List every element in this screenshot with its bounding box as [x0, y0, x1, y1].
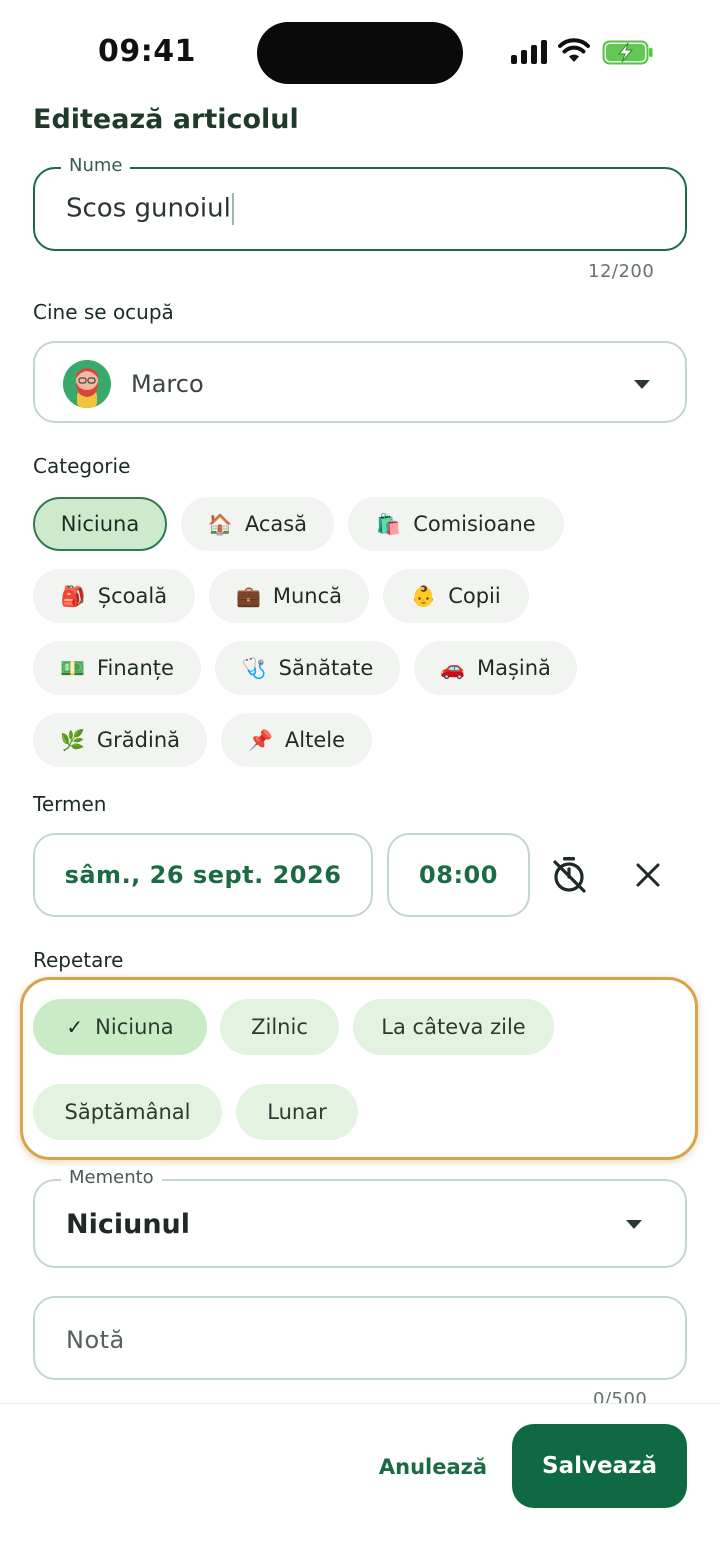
reminder-value: Niciunul [66, 1209, 191, 1240]
name-input-value: Scos gunoiul [66, 193, 231, 224]
assignee-label: Cine se ocupă [33, 300, 174, 324]
name-field-label: Nume [61, 155, 131, 176]
repeat-chip-none[interactable]: ✓ Niciuna [33, 999, 207, 1055]
category-chip-errands[interactable]: 🛍️ Comisioane [348, 497, 564, 551]
deadline-date-field[interactable]: sâm., 26 sept. 2026 [33, 833, 373, 917]
edit-item-screen: 09:41 Editează articolul Nume Scos gunoi… [0, 0, 720, 1564]
name-input[interactable]: Scos gunoiul [66, 193, 234, 225]
chevron-down-icon [634, 380, 650, 389]
text-caret [231, 193, 234, 225]
chip-label: Niciuna [60, 512, 140, 536]
cancel-button[interactable]: Anulează [378, 1441, 488, 1493]
chip-label: Săptămânal [64, 1100, 191, 1124]
chip-label: Niciuna [95, 1015, 174, 1039]
chip-label: Finanțe [96, 656, 174, 680]
chip-label: La câteva zile [381, 1015, 526, 1039]
category-chip-kids[interactable]: 👶 Copii [383, 569, 529, 623]
repeat-chip-every-few-days[interactable]: La câteva zile [353, 999, 554, 1055]
chip-label: Copii [448, 584, 501, 608]
stethoscope-icon: 🩺 [241, 656, 267, 680]
note-field[interactable]: Notă [33, 1296, 687, 1380]
assignee-name: Marco [131, 370, 204, 398]
category-chip-home[interactable]: 🏠 Acasă [181, 497, 334, 551]
backpack-icon: 🎒 [60, 584, 86, 608]
chip-label: Muncă [272, 584, 343, 608]
save-button[interactable]: Salvează [512, 1424, 687, 1508]
chip-label: Acasă [244, 512, 308, 536]
category-chip-other[interactable]: 📌 Altele [221, 713, 372, 767]
chip-label: Mașină [476, 656, 551, 680]
battery-charging-icon [602, 40, 654, 65]
category-chip-car[interactable]: 🚗 Mașină [414, 641, 577, 695]
money-icon: 💵 [60, 656, 85, 680]
deadline-label: Termen [33, 792, 107, 816]
cellular-signal-icon [511, 40, 547, 64]
chip-label: Școală [97, 584, 168, 608]
check-icon: ✓ [66, 1015, 84, 1039]
pushpin-icon: 📌 [247, 728, 273, 752]
assignee-dropdown[interactable]: Marco [33, 341, 687, 423]
briefcase-icon: 💼 [235, 584, 261, 608]
wifi-icon [558, 38, 590, 64]
shopping-bags-icon: 🛍️ [376, 512, 402, 536]
close-icon[interactable] [624, 851, 672, 899]
reminder-dropdown[interactable]: Memento Niciunul [33, 1167, 687, 1268]
name-char-counter: 12/200 [588, 261, 655, 282]
status-time: 09:41 [98, 34, 196, 69]
house-icon: 🏠 [207, 512, 233, 536]
chip-label: Altele [284, 728, 345, 752]
chip-label: Zilnic [251, 1015, 308, 1039]
category-chip-garden[interactable]: 🌿 Grădină [33, 713, 207, 767]
category-chip-work[interactable]: 💼 Muncă [209, 569, 369, 623]
deadline-time-field[interactable]: 08:00 [387, 833, 530, 917]
repeat-chip-monthly[interactable]: Lunar [236, 1084, 358, 1140]
chip-label: Grădină [96, 728, 181, 752]
category-chip-none[interactable]: Niciuna [33, 497, 167, 551]
repeat-chip-daily[interactable]: Zilnic [220, 999, 339, 1055]
chip-label: Sănătate [278, 656, 374, 680]
dynamic-island [257, 22, 463, 84]
chip-label: Comisioane [413, 512, 536, 536]
car-icon: 🚗 [440, 656, 465, 680]
reminder-label: Memento [61, 1167, 162, 1188]
timer-off-icon[interactable] [545, 851, 593, 899]
chip-label: Lunar [267, 1100, 327, 1124]
category-chip-health[interactable]: 🩺 Sănătate [215, 641, 400, 695]
category-chip-school[interactable]: 🎒 Școală [33, 569, 195, 623]
repeat-chip-weekly[interactable]: Săptămânal [33, 1084, 222, 1140]
note-placeholder: Notă [66, 1326, 125, 1354]
page-title: Editează articolul [33, 104, 299, 135]
chevron-down-icon [626, 1220, 642, 1229]
baby-icon: 👶 [411, 584, 437, 608]
repeat-label: Repetare [33, 948, 124, 972]
herb-icon: 🌿 [59, 728, 85, 752]
category-label: Categorie [33, 454, 131, 478]
avatar [63, 360, 111, 408]
category-chip-finance[interactable]: 💵 Finanțe [33, 641, 201, 695]
name-field[interactable]: Nume Scos gunoiul [33, 155, 687, 251]
